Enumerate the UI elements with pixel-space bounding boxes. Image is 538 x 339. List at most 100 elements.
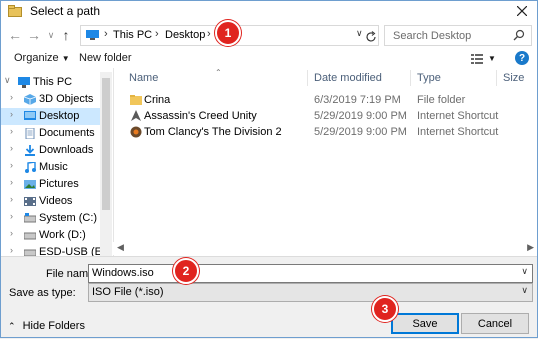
nav-item-label: Pictures xyxy=(39,178,79,190)
nav-item-pictures[interactable]: › Pictures xyxy=(0,176,112,193)
file-name-field[interactable]: Windows.iso ∨ xyxy=(88,264,533,283)
breadcrumb-chevron-icon[interactable]: › xyxy=(155,28,159,40)
organize-menu[interactable]: Organize ▼ xyxy=(14,52,70,64)
search-box[interactable]: Search Desktop xyxy=(384,25,532,46)
collapsed-chevron-icon[interactable]: › xyxy=(10,211,13,221)
usb-drive-icon xyxy=(24,249,36,256)
nav-item-label: System (C:) xyxy=(39,212,98,224)
file-list: ⌃ Name Date modified Type Size Crina 6/3… xyxy=(113,68,538,256)
file-date: 5/29/2019 9:00 PM xyxy=(314,126,407,138)
file-row-the-division-2[interactable]: Tom Clancy's The Division 2 5/29/2019 9:… xyxy=(114,124,538,140)
address-row: ← → ∨ ↑ › This PC › Desktop › ∨ Search D… xyxy=(0,22,538,48)
file-date: 6/3/2019 7:19 PM xyxy=(314,94,401,106)
callout-badge-1: 1 xyxy=(215,20,241,46)
horizontal-scrollbar[interactable]: ◀ ▶ xyxy=(113,242,538,255)
callout-badge-3: 3 xyxy=(372,296,398,322)
up-arrow-icon[interactable]: ↑ xyxy=(59,27,73,43)
dialog-app-icon xyxy=(8,5,22,17)
game-shortcut-icon xyxy=(130,126,142,138)
save-as-type-label: Save as type: xyxy=(9,287,76,299)
file-name: Tom Clancy's The Division 2 xyxy=(144,126,282,138)
view-options-icon[interactable] xyxy=(471,53,483,65)
nav-item-label: Desktop xyxy=(39,110,80,122)
recent-locations-chevron-icon[interactable]: ∨ xyxy=(44,27,58,43)
expanded-chevron-icon[interactable]: ∨ xyxy=(4,75,11,86)
nav-item-documents[interactable]: › Documents xyxy=(0,125,112,142)
breadcrumb-desktop[interactable]: Desktop xyxy=(165,29,205,41)
save-as-type-value: ISO File (*.iso) xyxy=(92,286,164,298)
address-dropdown-icon[interactable]: ∨ xyxy=(356,28,363,39)
column-header-size[interactable]: Size xyxy=(503,72,524,84)
collapse-chevron-icon: ⌃ xyxy=(8,321,16,331)
collapsed-chevron-icon[interactable]: › xyxy=(10,228,13,238)
file-name-dropdown-icon[interactable]: ∨ xyxy=(521,266,528,277)
refresh-icon[interactable] xyxy=(365,29,377,45)
callout-badge-2: 2 xyxy=(173,258,199,284)
dropdown-arrow-icon: ▼ xyxy=(61,54,70,63)
nav-item-work-d[interactable]: › Work (D:) xyxy=(0,227,112,244)
view-dropdown-icon[interactable]: ▼ xyxy=(488,54,496,63)
file-name: Crina xyxy=(144,94,171,106)
breadcrumb-chevron-icon[interactable]: › xyxy=(104,28,108,40)
breadcrumb-this-pc[interactable]: This PC xyxy=(113,29,152,41)
collapsed-chevron-icon[interactable]: › xyxy=(10,92,13,102)
collapsed-chevron-icon[interactable]: › xyxy=(10,143,13,153)
close-icon[interactable] xyxy=(514,3,530,19)
select-path-dialog: Select a path ← → ∨ ↑ › This PC › Deskto… xyxy=(0,0,538,339)
search-input[interactable]: Search Desktop xyxy=(393,30,471,42)
cancel-button[interactable]: Cancel xyxy=(461,313,529,334)
desktop-folder-icon xyxy=(24,111,36,120)
collapsed-chevron-icon[interactable]: › xyxy=(10,194,13,204)
column-divider[interactable] xyxy=(410,70,411,86)
sort-ascending-icon: ⌃ xyxy=(215,68,222,77)
back-arrow-icon[interactable]: ← xyxy=(8,27,22,43)
collapsed-chevron-icon[interactable]: › xyxy=(10,126,13,136)
hide-folders-toggle[interactable]: ⌃ Hide Folders xyxy=(8,320,85,332)
forward-arrow-icon[interactable]: → xyxy=(27,27,41,43)
3d-objects-icon xyxy=(24,94,36,105)
file-name-value: Windows.iso xyxy=(92,267,154,279)
breadcrumb-chevron-icon[interactable]: › xyxy=(207,28,211,40)
file-row-crina[interactable]: Crina 6/3/2019 7:19 PM File folder xyxy=(114,92,538,108)
collapsed-chevron-icon[interactable]: › xyxy=(10,109,13,119)
save-as-type-dropdown-icon[interactable]: ∨ xyxy=(521,285,528,296)
scroll-right-arrow-icon[interactable]: ▶ xyxy=(527,242,534,253)
nav-item-label: Documents xyxy=(39,127,95,139)
column-divider[interactable] xyxy=(307,70,308,86)
help-icon[interactable]: ? xyxy=(515,51,529,65)
new-folder-button[interactable]: New folder xyxy=(79,52,132,64)
nav-item-label: Music xyxy=(39,161,68,173)
nav-item-this-pc[interactable]: ∨ This PC xyxy=(0,74,112,91)
collapsed-chevron-icon[interactable]: › xyxy=(10,177,13,187)
nav-item-system-c[interactable]: › System (C:) xyxy=(0,210,112,227)
nav-scrollbar-thumb[interactable] xyxy=(102,78,110,210)
nav-item-desktop[interactable]: › Desktop xyxy=(0,108,112,125)
window-title: Select a path xyxy=(30,4,101,18)
save-button[interactable]: Save xyxy=(391,313,459,334)
drive-icon xyxy=(24,232,36,240)
column-header-name[interactable]: Name xyxy=(129,72,158,84)
scroll-left-arrow-icon[interactable]: ◀ xyxy=(117,242,124,253)
drive-icon xyxy=(24,213,36,223)
nav-item-3d-objects[interactable]: › 3D Objects xyxy=(0,91,112,108)
file-row-assassins-creed-unity[interactable]: Assassin's Creed Unity 5/29/2019 9:00 PM… xyxy=(114,108,538,124)
search-icon xyxy=(513,29,525,41)
collapsed-chevron-icon[interactable]: › xyxy=(10,245,13,255)
column-divider[interactable] xyxy=(496,70,497,86)
column-header-type[interactable]: Type xyxy=(417,72,441,84)
pc-icon xyxy=(18,77,30,88)
music-icon xyxy=(25,162,36,173)
nav-item-videos[interactable]: › Videos xyxy=(0,193,112,210)
file-date: 5/29/2019 9:00 PM xyxy=(314,110,407,122)
nav-item-music[interactable]: › Music xyxy=(0,159,112,176)
downloads-icon xyxy=(25,145,35,156)
nav-item-label: Downloads xyxy=(39,144,94,156)
nav-item-downloads[interactable]: › Downloads xyxy=(0,142,112,159)
save-as-type-select[interactable]: ISO File (*.iso) ∨ xyxy=(88,283,533,302)
column-header-date-modified[interactable]: Date modified xyxy=(314,72,382,84)
nav-item-label: 3D Objects xyxy=(39,93,94,105)
file-type: File folder xyxy=(417,94,466,106)
collapsed-chevron-icon[interactable]: › xyxy=(10,160,13,170)
nav-item-esd-usb-e[interactable]: › ESD-USB (E:) xyxy=(0,244,112,256)
pictures-icon xyxy=(24,180,36,189)
